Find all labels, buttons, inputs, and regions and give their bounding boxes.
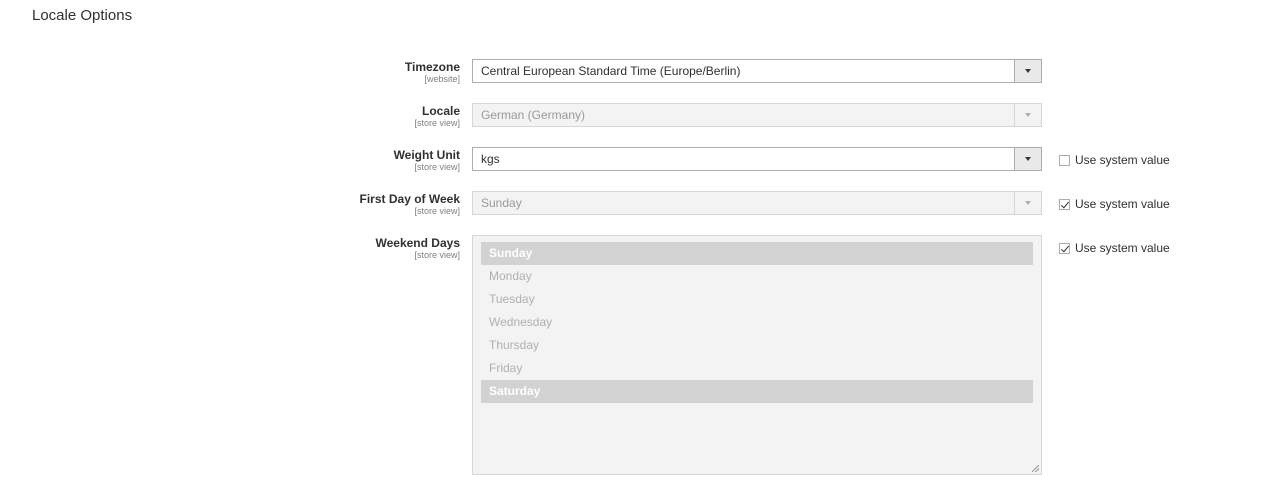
use-system-label: Use system value — [1075, 241, 1170, 255]
dropdown-toggle[interactable] — [1014, 192, 1041, 214]
use-system-checkbox[interactable] — [1059, 154, 1070, 166]
option-sunday[interactable]: Sunday — [481, 242, 1033, 265]
use-system-checkbox[interactable] — [1059, 242, 1070, 254]
option-thursday[interactable]: Thursday — [481, 334, 1033, 357]
chevron-down-icon — [1025, 113, 1031, 117]
timezone-label: Timezone [website] — [260, 60, 460, 85]
use-system-label: Use system value — [1075, 153, 1170, 167]
field-label: Timezone — [404, 60, 460, 74]
resize-handle-icon[interactable] — [1032, 465, 1039, 472]
chevron-down-icon — [1025, 201, 1031, 205]
option-tuesday[interactable]: Tuesday — [481, 288, 1033, 311]
dropdown-toggle[interactable] — [1014, 60, 1041, 82]
timezone-select[interactable]: Central European Standard Time (Europe/B… — [472, 59, 1042, 83]
select-value: German (Germany) — [481, 108, 586, 122]
dropdown-toggle[interactable] — [1014, 148, 1041, 170]
option-saturday[interactable]: Saturday — [481, 380, 1033, 403]
weekend-days-use-system[interactable]: Use system value — [1059, 241, 1170, 255]
first-day-use-system[interactable]: Use system value — [1059, 197, 1170, 211]
field-label: First Day of Week — [359, 192, 460, 206]
locale-label: Locale [store view] — [260, 104, 460, 129]
select-value: Sunday — [481, 196, 522, 210]
weekend-days-multiselect[interactable]: Sunday Monday Tuesday Wednesday Thursday Frid… — [472, 235, 1042, 475]
weekend-days-label: Weekend Days [store view] — [260, 236, 461, 261]
first-day-label: First Day of Week [store view] — [260, 192, 460, 217]
dropdown-toggle[interactable] — [1014, 104, 1041, 126]
field-label: Weekend Days — [375, 236, 461, 250]
chevron-down-icon — [1025, 157, 1031, 161]
use-system-label: Use system value — [1075, 197, 1170, 211]
field-scope: [store view] — [414, 250, 460, 260]
select-value: kgs — [481, 152, 500, 166]
use-system-checkbox[interactable] — [1059, 198, 1070, 210]
section-title[interactable]: Locale Options — [32, 7, 132, 24]
chevron-down-icon — [1025, 69, 1031, 73]
field-scope: [store view] — [414, 162, 460, 172]
field-scope: [website] — [424, 74, 460, 84]
field-scope: [store view] — [414, 118, 460, 128]
weight-unit-label: Weight Unit [store view] — [260, 148, 460, 173]
weight-unit-use-system[interactable]: Use system value — [1059, 153, 1170, 167]
field-label: Locale — [421, 104, 460, 118]
first-day-select[interactable]: Sunday — [472, 191, 1042, 215]
option-monday[interactable]: Monday — [481, 265, 1033, 288]
option-wednesday[interactable]: Wednesday — [481, 311, 1033, 334]
select-value: Central European Standard Time (Europe/B… — [481, 64, 741, 78]
weight-unit-select[interactable]: kgs — [472, 147, 1042, 171]
locale-select[interactable]: German (Germany) — [472, 103, 1042, 127]
field-label: Weight Unit — [393, 148, 460, 162]
option-friday[interactable]: Friday — [481, 357, 1033, 380]
field-scope: [store view] — [414, 206, 460, 216]
